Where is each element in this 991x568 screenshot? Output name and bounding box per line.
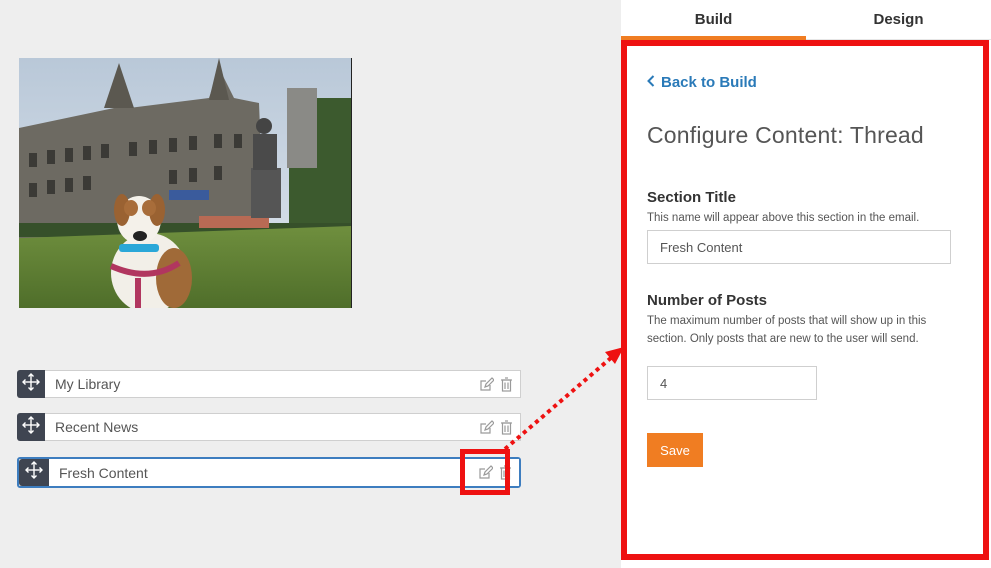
move-icon [22, 415, 40, 439]
back-to-build-link[interactable]: Back to Build [647, 74, 757, 91]
trash-icon[interactable] [498, 376, 514, 392]
content-image [19, 58, 352, 308]
content-block[interactable]: My Library [17, 370, 521, 398]
save-button[interactable]: Save [647, 433, 703, 467]
move-icon [25, 461, 43, 484]
section-title-input[interactable] [647, 230, 951, 264]
drag-handle[interactable] [19, 459, 49, 486]
edit-icon[interactable] [478, 376, 494, 392]
tab-design[interactable]: Design [806, 0, 991, 39]
block-label: My Library [55, 376, 121, 392]
section-title-label: Section Title [647, 189, 736, 206]
content-block-selected[interactable]: Fresh Content [17, 457, 521, 488]
content-block[interactable]: Recent News [17, 413, 521, 441]
back-label: Back to Build [661, 74, 757, 91]
configure-content-form: Back to Build Configure Content: Thread … [621, 40, 989, 560]
page-title: Configure Content: Thread [647, 122, 924, 148]
trash-icon[interactable] [498, 419, 514, 435]
edit-icon[interactable] [478, 419, 494, 435]
number-of-posts-help: The maximum number of posts that will sh… [647, 315, 927, 345]
chevron-left-icon [647, 74, 655, 91]
number-of-posts-input[interactable] [647, 366, 817, 400]
highlight-box [460, 449, 510, 495]
panel-tabs: Build Design [621, 0, 991, 40]
block-label: Recent News [55, 419, 139, 435]
drag-handle[interactable] [17, 370, 45, 398]
move-icon [22, 372, 40, 396]
number-of-posts-label: Number of Posts [647, 292, 768, 309]
drag-handle[interactable] [17, 413, 45, 441]
section-title-help: This name will appear above this section… [647, 212, 920, 224]
block-label: Fresh Content [59, 464, 148, 481]
tab-build[interactable]: Build [621, 0, 806, 40]
